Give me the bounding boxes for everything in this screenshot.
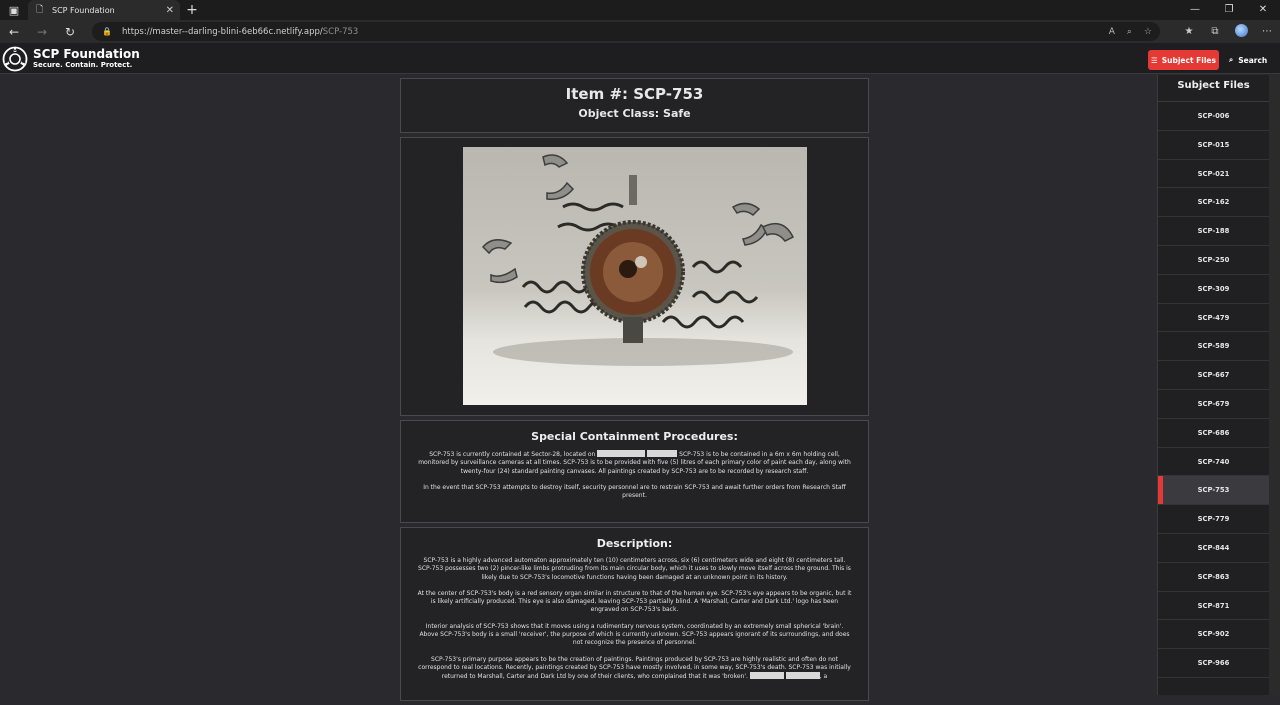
containment-paragraph-1: SCP-753 is currently contained at Sector… [417, 450, 852, 476]
tab-close-icon[interactable]: ✕ [166, 5, 174, 16]
sidebar-item[interactable]: SCP-667 [1158, 361, 1269, 390]
search-button[interactable]: ⌕ Search [1229, 50, 1267, 70]
page-favicon-icon: 🗋 [36, 4, 44, 15]
profile-avatar[interactable] [1228, 23, 1254, 40]
image-card [400, 137, 869, 416]
item-number: Item #: SCP-753 [565, 85, 704, 103]
sidebar-item[interactable]: SCP-162 [1158, 188, 1269, 218]
sidebar-item[interactable]: SCP-863 [1158, 563, 1269, 592]
address-bar-icons: A ⌕ ☆ [1109, 27, 1152, 37]
sidebar-item[interactable]: SCP-021 [1158, 160, 1269, 189]
tab-title: SCP Foundation [52, 5, 115, 15]
sidebar-item[interactable]: SCP-686 [1158, 419, 1269, 448]
sidebar-item[interactable]: SCP-589 [1158, 332, 1269, 362]
more-menu-icon[interactable]: ⋯ [1254, 26, 1280, 37]
description-title: Description: [596, 537, 673, 550]
refresh-icon[interactable]: ↻ [56, 25, 84, 39]
menu-icon: ☰ [1151, 55, 1158, 65]
sidebar-item[interactable]: SCP-250 [1158, 246, 1269, 275]
restore-icon[interactable]: ❐ [1212, 0, 1246, 20]
minimize-icon[interactable]: — [1178, 0, 1212, 20]
subject-files-label: Subject Files [1161, 55, 1216, 65]
scp-753-photo [463, 147, 807, 405]
description-paragraph-1: SCP-753 is a highly advanced automaton a… [418, 557, 851, 581]
redacted-block [785, 672, 820, 680]
back-icon[interactable]: ← [0, 25, 28, 39]
sidebar-item[interactable]: SCP-679 [1158, 390, 1269, 419]
description-card: Description: SCP-753 is a highly advance… [400, 527, 869, 701]
lock-icon[interactable]: 🔒 [102, 27, 112, 36]
read-aloud-icon[interactable]: A [1109, 27, 1115, 37]
sidebar-item[interactable]: SCP-753 [1158, 476, 1269, 506]
redacted-block [647, 450, 678, 457]
browser-toolbar: ← → ↻ 🔒 https://master--darling-blini-6e… [0, 20, 1280, 43]
containment-text-a: SCP-753 is currently contained at Sector… [429, 451, 596, 458]
sidebar-item[interactable]: SCP-479 [1158, 304, 1269, 333]
main-content: Item #: SCP-753 Object Class: Safe Speci… [400, 78, 869, 705]
forward-icon[interactable]: → [28, 25, 56, 39]
item-header-card: Item #: SCP-753 Object Class: Safe [400, 78, 869, 133]
subject-files-sidebar: Subject Files SCP-006 SCP-015 SCP-021 SC… [1157, 75, 1269, 695]
site-header: SCP Foundation Secure. Contain. Protect.… [0, 43, 1280, 74]
scp-logo-icon[interactable] [2, 46, 28, 72]
sidebar-item[interactable]: SCP-309 [1158, 275, 1269, 304]
containment-paragraph-2: In the event that SCP-753 attempts to de… [423, 483, 846, 500]
sidebar-item[interactable]: SCP-740 [1158, 448, 1269, 477]
sidebar-item[interactable]: SCP-006 [1158, 102, 1269, 131]
redacted-block [749, 672, 784, 680]
sidebar-item[interactable]: SCP-844 [1158, 534, 1269, 563]
sidebar-item[interactable]: SCP-966 [1158, 649, 1269, 678]
sidebar-item[interactable]: SCP-871 [1158, 592, 1269, 621]
url-path: SCP-753 [322, 26, 359, 37]
sidebar-list: SCP-006 SCP-015 SCP-021 SCP-162 SCP-188 … [1158, 102, 1269, 678]
collections-icon[interactable]: ⧉ [1202, 26, 1228, 37]
browser-tab-bar: ▣ 🗋 SCP Foundation ✕ + — ❐ ✕ [0, 0, 1280, 20]
containment-card: Special Containment Procedures: SCP-753 … [400, 420, 869, 523]
description-paragraph-3: Interior analysis of SCP-753 shows that … [419, 622, 850, 647]
sidebar-item[interactable]: SCP-188 [1158, 217, 1269, 246]
favorites-icon[interactable]: ★ [1176, 26, 1202, 37]
brand-slogan: Secure. Contain. Protect. [33, 61, 133, 69]
brand-name[interactable]: SCP Foundation [33, 47, 140, 61]
sidebar-item[interactable]: SCP-779 [1158, 505, 1269, 534]
object-class: Object Class: Safe [578, 107, 691, 120]
sidebar-item[interactable]: SCP-015 [1158, 131, 1269, 160]
toolbar-right: ★ ⧉ ⋯ [1176, 20, 1280, 43]
url-host: https://master--darling-blini-6eb66c.net… [121, 26, 323, 37]
page-scrollbar[interactable] [1269, 75, 1280, 695]
search-label: Search [1238, 55, 1268, 65]
zoom-icon[interactable]: ⌕ [1127, 27, 1132, 37]
favorite-add-icon[interactable]: ☆ [1144, 27, 1152, 37]
new-tab-button[interactable]: + [180, 2, 204, 18]
sidebar-title: Subject Files [1158, 75, 1269, 102]
subject-files-button[interactable]: ☰ Subject Files [1148, 50, 1219, 70]
containment-title: Special Containment Procedures: [531, 430, 738, 443]
address-bar[interactable]: 🔒 https://master--darling-blini-6eb66c.n… [92, 22, 1160, 41]
browser-tab[interactable]: 🗋 SCP Foundation ✕ [28, 0, 180, 20]
redacted-block [597, 450, 646, 457]
window-controls: — ❐ ✕ [1178, 0, 1280, 20]
search-icon: ⌕ [1229, 55, 1234, 64]
tab-actions-icon[interactable]: ▣ [0, 0, 28, 20]
sidebar-item[interactable]: SCP-902 [1158, 620, 1269, 650]
description-text-b: , a [819, 673, 828, 681]
close-window-icon[interactable]: ✕ [1246, 0, 1280, 20]
description-paragraph-4: SCP-753's primary purpose appears to be … [417, 656, 852, 682]
description-paragraph-2: At the center of SCP-753's body is a red… [417, 589, 852, 614]
